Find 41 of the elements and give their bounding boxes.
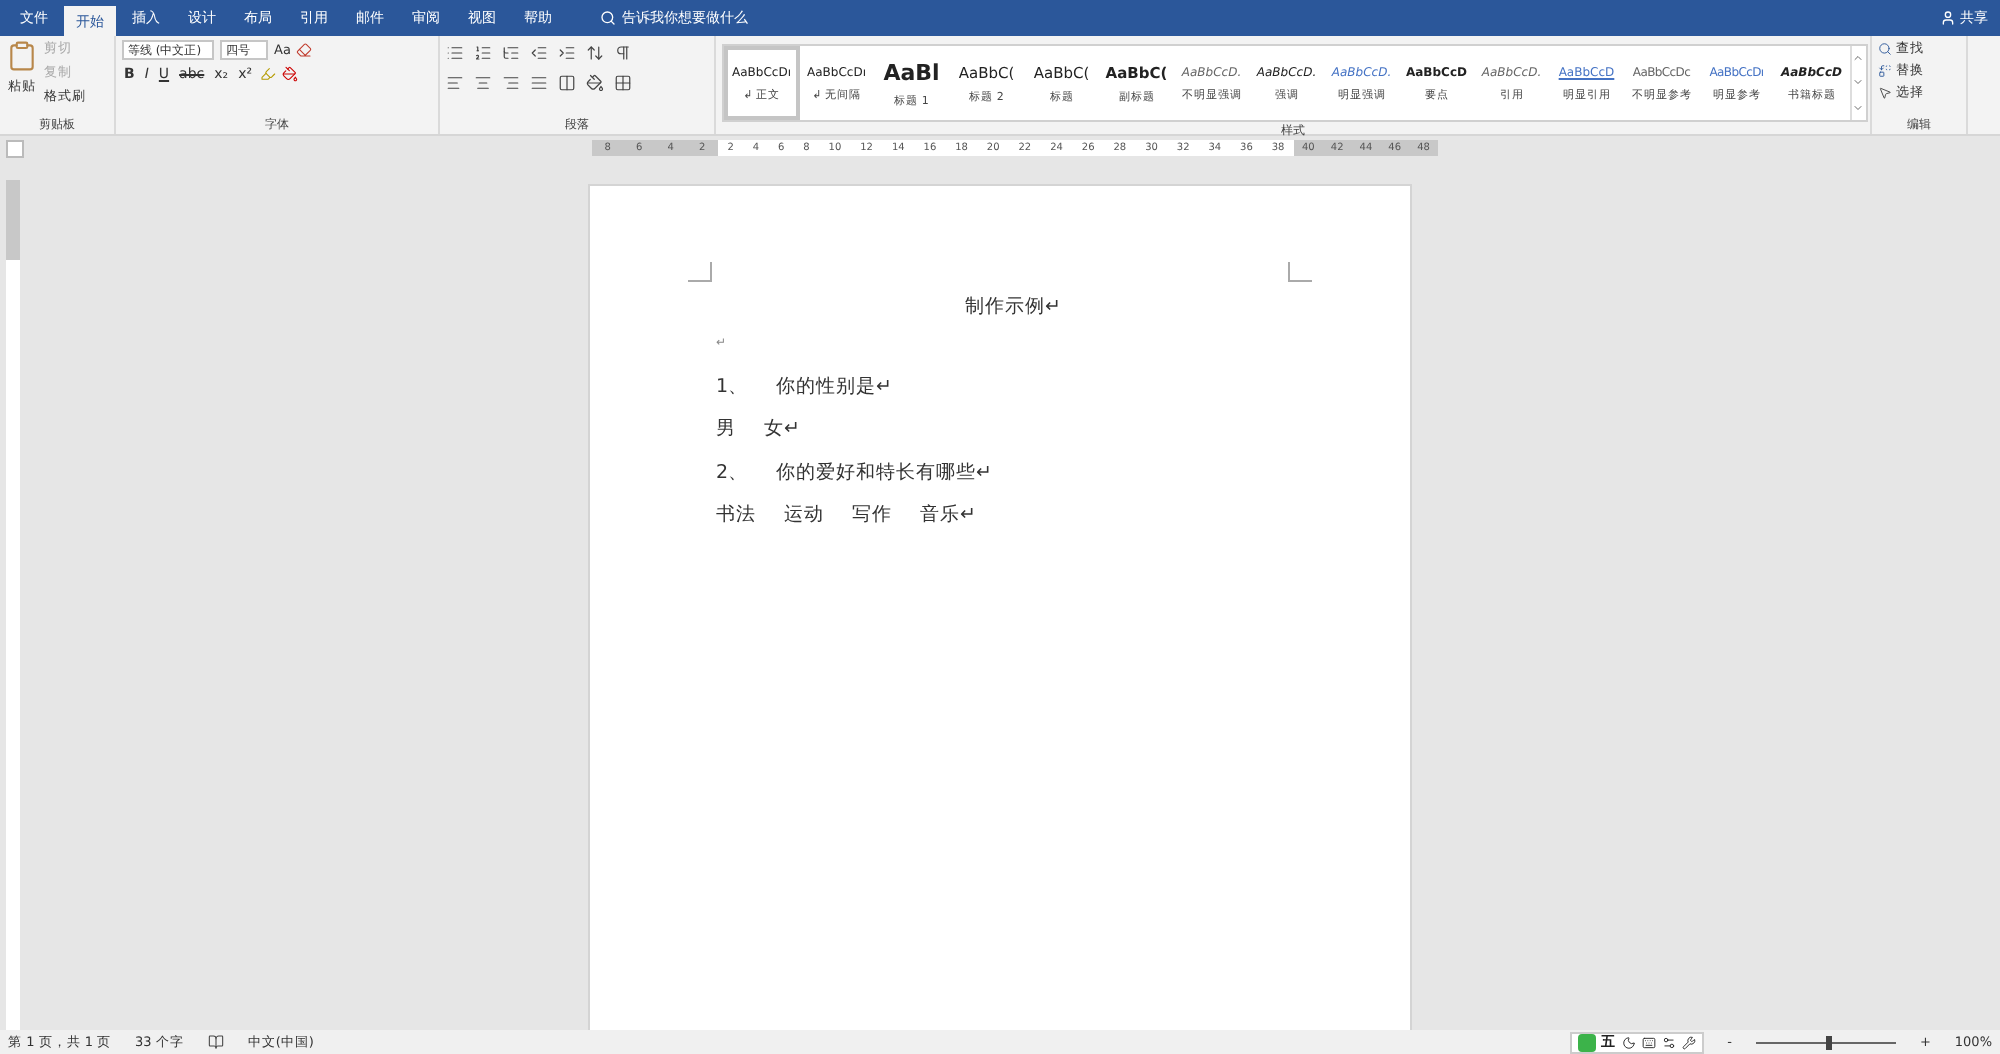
justify-icon[interactable]	[530, 74, 548, 92]
multilevel-list-icon[interactable]	[502, 44, 520, 62]
pilcrow-icon[interactable]	[614, 44, 632, 62]
margin-corner-mark	[1288, 262, 1312, 282]
zoom-thumb[interactable]	[1825, 1035, 1832, 1049]
wrench-icon[interactable]	[1681, 1035, 1696, 1049]
settings-icon[interactable]	[1661, 1035, 1676, 1049]
search-icon	[600, 10, 616, 26]
option-text: 音乐↵	[920, 502, 976, 529]
option-text: 运动	[784, 502, 824, 529]
list-number: 1、	[716, 373, 751, 400]
moon-icon[interactable]	[1621, 1035, 1636, 1049]
search-icon[interactable]	[1878, 42, 1892, 56]
columns-icon[interactable]	[558, 74, 576, 92]
numbered-list-icon[interactable]	[474, 44, 492, 62]
list-number: 2、	[716, 459, 751, 486]
bullet-list-icon[interactable]	[446, 44, 464, 62]
align-right-icon[interactable]	[502, 74, 520, 92]
outdent-icon[interactable]	[530, 44, 548, 62]
eraser-icon[interactable]	[296, 42, 313, 58]
option-text: 写作	[852, 502, 892, 529]
keyboard-icon[interactable]	[1641, 1035, 1656, 1049]
pointer-icon[interactable]	[1878, 86, 1892, 100]
indent-icon[interactable]	[558, 44, 576, 62]
sort-icon[interactable]	[586, 44, 604, 62]
option-text: 男	[716, 416, 736, 443]
question-text: 你的爱好和特长有哪些↵	[776, 459, 992, 486]
book-icon[interactable]	[207, 1034, 224, 1050]
person-icon	[1940, 10, 1956, 26]
clipboard-icon[interactable]	[6, 40, 38, 72]
paint-bucket-icon[interactable]	[282, 66, 299, 82]
option-text: 女↵	[764, 416, 800, 443]
question-text: 你的性别是↵	[776, 373, 892, 400]
borders-icon[interactable]	[614, 74, 632, 92]
align-left-icon[interactable]	[446, 74, 464, 92]
ime-logo-icon[interactable]	[1577, 1033, 1596, 1051]
option-text: 书法	[716, 502, 756, 529]
shading-icon[interactable]	[586, 74, 604, 92]
margin-corner-mark	[688, 262, 712, 282]
document-title: 制作示例↵	[963, 294, 1063, 322]
align-center-icon[interactable]	[474, 74, 492, 92]
